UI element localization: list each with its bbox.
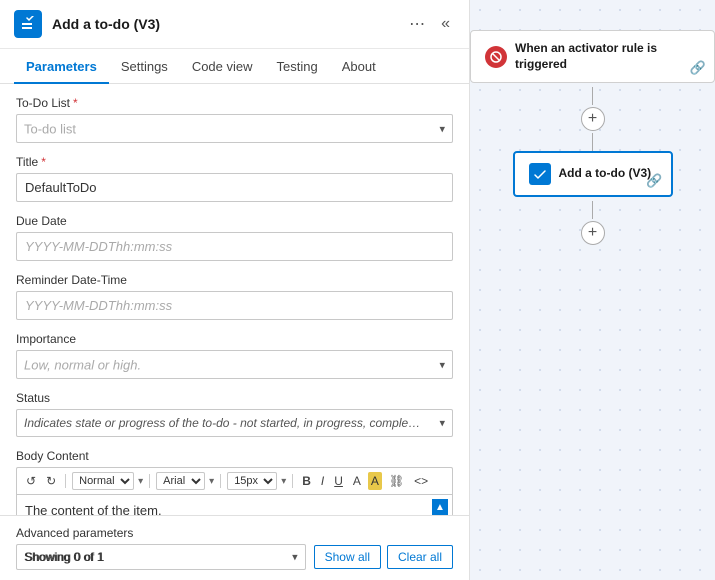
todo-list-select[interactable] xyxy=(16,114,453,143)
rich-toolbar: ↺ ↻ Normal ▾ Arial ▾ 15px ▾ B I xyxy=(16,467,453,494)
redo-button[interactable]: ↻ xyxy=(43,472,59,490)
action-node[interactable]: Add a to-do (V3) 🔗 xyxy=(513,151,673,197)
right-panel: When an activator rule is triggered 🔗 + … xyxy=(470,0,715,580)
tab-codeview[interactable]: Code view xyxy=(180,49,265,84)
importance-label: Importance xyxy=(16,332,453,346)
size-arrow-icon: ▾ xyxy=(281,476,286,487)
reminder-datetime-group: Reminder Date-Time xyxy=(16,273,453,320)
advanced-select[interactable]: Showing 0 of 1 xyxy=(16,544,306,570)
toolbar-sep-1 xyxy=(65,474,66,488)
trigger-node[interactable]: When an activator rule is triggered 🔗 xyxy=(470,30,715,83)
undo-button[interactable]: ↺ xyxy=(23,472,39,490)
status-select-wrap: Not started In progress Completed Waitin… xyxy=(16,409,453,437)
rich-content-text: The content of the item. xyxy=(25,503,162,515)
footer-section: Advanced parameters Showing 0 of 1 ▾ Sho… xyxy=(0,515,469,580)
underline-button[interactable]: U xyxy=(331,472,346,490)
link-button[interactable]: ⛓ xyxy=(386,472,407,490)
toolbar-sep-4 xyxy=(292,474,293,488)
toolbar-sep-2 xyxy=(149,474,150,488)
tab-parameters[interactable]: Parameters xyxy=(14,49,109,84)
code-button[interactable]: <> xyxy=(411,472,431,490)
reminder-datetime-input[interactable] xyxy=(16,291,453,320)
scroll-up-button[interactable]: ▲ xyxy=(432,499,448,515)
due-date-input[interactable] xyxy=(16,232,453,261)
clear-all-button[interactable]: Clear all xyxy=(387,545,453,569)
form-body: To-Do List * ▾ To-do list Title * Due Da… xyxy=(0,84,469,515)
todo-list-label: To-Do List * xyxy=(16,96,453,110)
status-group: Status Not started In progress Completed… xyxy=(16,391,453,437)
title-label: Title * xyxy=(16,155,453,169)
font-select[interactable]: Arial xyxy=(156,472,205,490)
font-arrow-icon: ▾ xyxy=(209,476,214,487)
add-between-button[interactable]: + xyxy=(581,107,605,131)
advanced-row: Showing 0 of 1 ▾ Showing 0 of 1 Show all… xyxy=(16,544,453,570)
rich-content-area[interactable]: The content of the item. ▲ ▼ xyxy=(16,494,453,515)
header-actions: ⋯ « xyxy=(404,12,455,36)
advanced-select-wrap: Showing 0 of 1 ▾ Showing 0 of 1 xyxy=(16,544,306,570)
advanced-btns: Show all Clear all xyxy=(314,545,453,569)
importance-group: Importance Low Normal High ▾ Low, normal… xyxy=(16,332,453,379)
show-all-button[interactable]: Show all xyxy=(314,545,381,569)
tab-testing[interactable]: Testing xyxy=(265,49,330,84)
format-select[interactable]: Normal xyxy=(72,472,134,490)
required-mark: * xyxy=(73,96,78,110)
italic-button[interactable]: I xyxy=(318,472,327,490)
format-arrow-icon: ▾ xyxy=(138,476,143,487)
advanced-label: Advanced parameters xyxy=(16,526,453,540)
body-content-label: Body Content xyxy=(16,449,453,463)
connector-2 xyxy=(592,133,593,151)
left-panel: Add a to-do (V3) ⋯ « Parameters Settings… xyxy=(0,0,470,580)
todo-list-select-wrap: ▾ To-do list xyxy=(16,114,453,143)
importance-select[interactable]: Low Normal High xyxy=(16,350,453,379)
size-select[interactable]: 15px xyxy=(227,472,277,490)
due-date-label: Due Date xyxy=(16,214,453,228)
trigger-node-text: When an activator rule is triggered xyxy=(515,41,700,72)
tabs-bar: Parameters Settings Code view Testing Ab… xyxy=(0,49,469,84)
trigger-icon xyxy=(485,46,507,68)
action-icon xyxy=(529,163,551,185)
status-select[interactable]: Not started In progress Completed Waitin… xyxy=(16,409,453,437)
connector-3 xyxy=(592,201,593,219)
importance-select-wrap: Low Normal High ▾ Low, normal or high. xyxy=(16,350,453,379)
title-required-mark: * xyxy=(41,155,46,169)
header-title: Add a to-do (V3) xyxy=(52,16,394,32)
font-color-button[interactable]: A xyxy=(350,472,364,490)
status-label: Status xyxy=(16,391,453,405)
bold-button[interactable]: B xyxy=(299,472,314,490)
connector-1 xyxy=(592,87,593,105)
tab-settings[interactable]: Settings xyxy=(109,49,180,84)
action-link-icon: 🔗 xyxy=(646,173,662,189)
action-node-text: Add a to-do (V3) xyxy=(559,166,652,182)
scroll-arrows: ▲ ▼ xyxy=(432,499,448,515)
tab-about[interactable]: About xyxy=(330,49,388,84)
due-date-group: Due Date xyxy=(16,214,453,261)
collapse-button[interactable]: « xyxy=(436,13,455,35)
todo-list-group: To-Do List * ▾ To-do list xyxy=(16,96,453,143)
toolbar-sep-3 xyxy=(220,474,221,488)
body-content-section: Body Content ↺ ↻ Normal ▾ Arial ▾ 15px ▾ xyxy=(16,449,453,515)
add-after-button[interactable]: + xyxy=(581,221,605,245)
title-group: Title * xyxy=(16,155,453,202)
header: Add a to-do (V3) ⋯ « xyxy=(0,0,469,49)
title-input[interactable] xyxy=(16,173,453,202)
highlight-button[interactable]: A xyxy=(368,472,382,490)
reminder-datetime-label: Reminder Date-Time xyxy=(16,273,453,287)
trigger-link-icon: 🔗 xyxy=(690,60,706,76)
app-icon xyxy=(14,10,42,38)
more-options-button[interactable]: ⋯ xyxy=(404,12,430,36)
